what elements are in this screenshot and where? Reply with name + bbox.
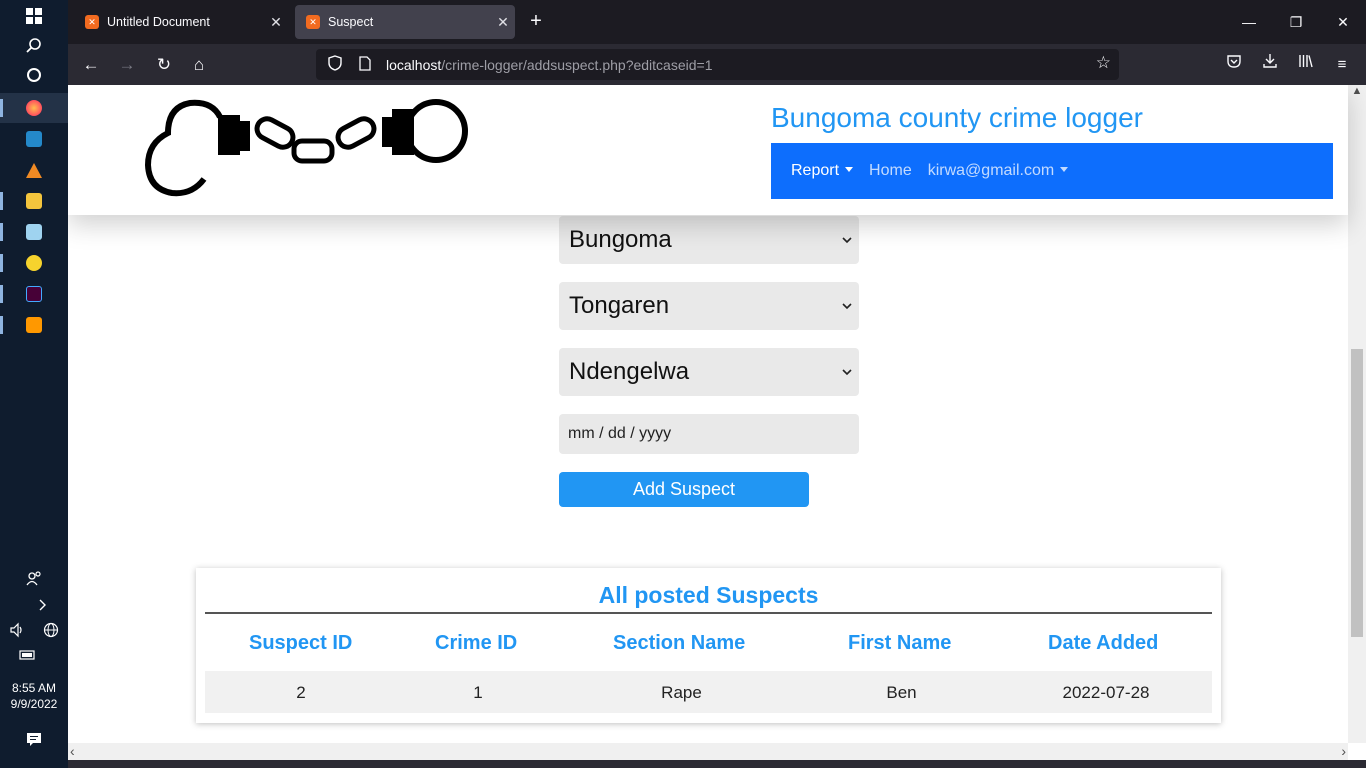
url-text[interactable]: localhost/crime-logger/addsuspect.php?ed… — [386, 57, 713, 73]
cortana-icon[interactable] — [0, 60, 68, 90]
hamburger-menu-icon[interactable]: ≡ — [1329, 52, 1355, 78]
col-header-date-added: Date Added — [1048, 632, 1159, 654]
cell-date-added: 2022-07-28 — [1062, 683, 1150, 702]
col-header-suspect-id: Suspect ID — [249, 632, 353, 654]
divider — [205, 612, 1212, 614]
minimize-icon[interactable]: — — [1226, 10, 1272, 34]
county-select-value: Bungoma — [569, 226, 672, 253]
chevron-down-icon — [837, 299, 857, 313]
cell-suspect-id: 2 — [296, 683, 306, 702]
site-header: Bungoma county crime logger Report Home … — [68, 85, 1348, 215]
firefox-icon[interactable] — [0, 93, 68, 123]
add-suspect-button[interactable]: Add Suspect — [559, 472, 809, 507]
vlc-icon[interactable] — [0, 155, 68, 185]
nav-report-label: Report — [791, 162, 840, 179]
url-host: localhost — [386, 56, 442, 73]
suspects-table-card: All posted Suspects Suspect ID Crime ID … — [196, 568, 1221, 723]
address-bar[interactable]: localhost/crime-logger/addsuspect.php?ed… — [316, 49, 1119, 80]
horizontal-scrollbar[interactable]: ‹ › — [68, 743, 1348, 760]
handcuffs-logo — [144, 99, 468, 197]
chevron-down-icon — [837, 233, 857, 247]
subcounty-select-value: Tongaren — [569, 292, 670, 319]
firefox-window: ✕ Untitled Document ✕ ✕ Suspect ✕ + — ❐ … — [68, 0, 1366, 768]
cell-first-name: Ben — [886, 683, 917, 702]
battery-icon[interactable] — [0, 640, 62, 670]
taskbar-clock[interactable]: 8:55 AM 9/9/2022 — [0, 680, 68, 712]
clock-time: 8:55 AM — [11, 681, 57, 695]
file-explorer-icon[interactable] — [0, 186, 68, 216]
pocket-icon[interactable] — [1221, 52, 1247, 78]
county-select[interactable]: Bungoma — [559, 216, 859, 264]
date-placeholder: mm / dd / yyyy — [568, 425, 672, 442]
home-icon[interactable]: ⌂ — [186, 52, 212, 78]
windows-start-icon[interactable] — [0, 1, 68, 31]
xampp-favicon-icon: ✕ — [306, 15, 320, 29]
library-icon[interactable] — [1293, 52, 1319, 78]
tab-suspect[interactable]: ✕ Suspect ✕ — [295, 5, 515, 39]
subcounty-select[interactable]: Tongaren — [559, 282, 859, 330]
close-window-icon[interactable]: ✕ — [1320, 10, 1366, 34]
tab-title: Suspect — [328, 15, 374, 29]
dreamweaver-icon[interactable] — [0, 279, 68, 309]
clock-date: 9/9/2022 — [10, 697, 58, 711]
window-bottom-edge — [68, 760, 1366, 768]
tab-untitled-document[interactable]: ✕ Untitled Document ✕ — [74, 5, 288, 39]
search-icon[interactable] — [0, 30, 68, 60]
sublime-icon[interactable] — [0, 310, 68, 340]
xampp-favicon-icon: ✕ — [85, 15, 99, 29]
scrollbar-thumb[interactable] — [1351, 349, 1363, 637]
forward-arrow-icon[interactable]: → — [114, 52, 140, 78]
nav-report-dropdown[interactable]: Report — [791, 162, 854, 180]
downloads-icon[interactable] — [1257, 52, 1283, 78]
notepad-icon[interactable] — [0, 217, 68, 247]
main-nav: Report Home kirwa@gmail.com — [771, 143, 1333, 199]
caret-down-icon — [1060, 167, 1069, 172]
chevron-down-icon — [837, 365, 857, 379]
col-header-section-name: Section Name — [613, 632, 746, 654]
page-icon[interactable] — [354, 55, 376, 74]
windows-taskbar: 8:55 AM 9/9/2022 — [0, 0, 68, 768]
people-icon[interactable] — [0, 563, 68, 593]
cell-section-name: Rape — [661, 683, 702, 702]
col-header-first-name: First Name — [848, 632, 952, 654]
table-title: All posted Suspects — [598, 582, 819, 608]
scroll-up-icon[interactable]: ▲ — [1348, 85, 1366, 101]
caret-down-icon — [845, 167, 854, 172]
ward-select-value: Ndengelwa — [569, 358, 690, 385]
site-title: Bungoma county crime logger — [771, 102, 1143, 133]
ward-select[interactable]: Ndengelwa — [559, 348, 859, 396]
vscode-icon[interactable] — [0, 124, 68, 154]
date-added-input[interactable]: mm / dd / yyyy — [559, 414, 859, 454]
scroll-right-icon[interactable]: › — [1341, 743, 1346, 759]
url-path: /crime-logger/addsuspect.php?editcaseid=… — [441, 56, 713, 73]
close-tab-icon[interactable]: ✕ — [264, 14, 288, 31]
page-viewport: Bungoma county crime logger Report Home … — [68, 85, 1366, 768]
nav-home-link[interactable]: Home — [869, 162, 912, 180]
restore-icon[interactable]: ❐ — [1273, 10, 1319, 34]
close-tab-icon[interactable]: ✕ — [491, 14, 515, 31]
new-tab-icon[interactable]: + — [524, 10, 548, 34]
bookmark-star-icon[interactable]: ☆ — [1096, 53, 1111, 73]
navigation-toolbar: ← → ↻ ⌂ localhost/crime-logger/addsuspec… — [68, 44, 1366, 85]
scroll-left-icon[interactable]: ‹ — [70, 743, 75, 759]
nav-user-label: kirwa@gmail.com — [927, 162, 1055, 179]
nav-user-dropdown[interactable]: kirwa@gmail.com — [927, 162, 1069, 180]
tab-title: Untitled Document — [107, 15, 210, 29]
reload-icon[interactable]: ↻ — [151, 52, 177, 78]
notifications-icon[interactable] — [0, 724, 68, 754]
vertical-scrollbar[interactable]: ▲ — [1348, 85, 1366, 743]
xampp-icon[interactable] — [0, 248, 68, 278]
back-arrow-icon[interactable]: ← — [78, 52, 104, 78]
cell-crime-id: 1 — [473, 683, 483, 702]
shield-icon[interactable] — [324, 55, 346, 74]
tab-strip: ✕ Untitled Document ✕ ✕ Suspect ✕ + — ❐ … — [68, 0, 1366, 44]
page-content: Bungoma county crime logger Report Home … — [68, 85, 1348, 743]
col-header-crime-id: Crime ID — [435, 632, 518, 654]
